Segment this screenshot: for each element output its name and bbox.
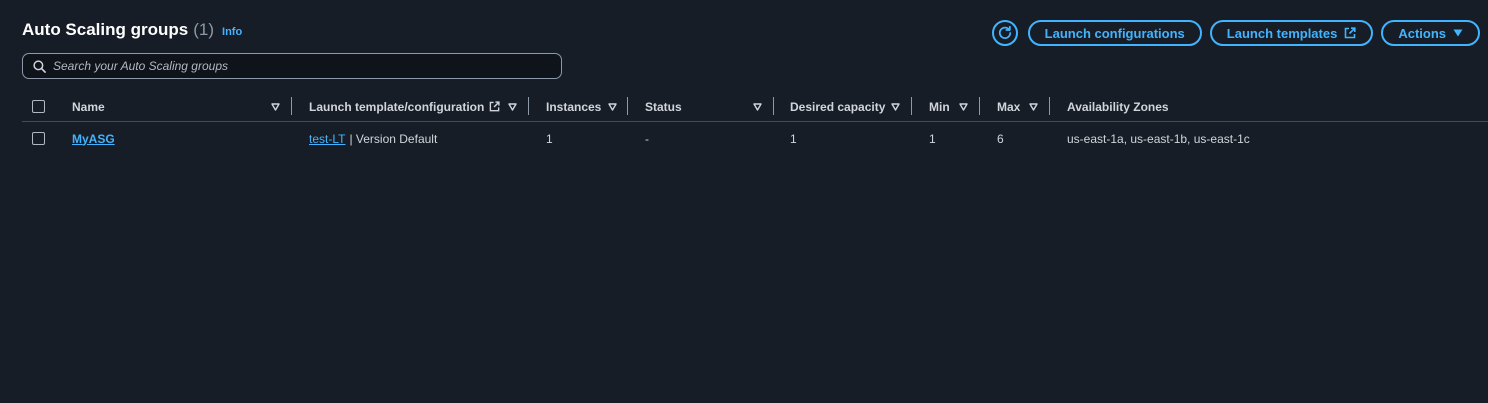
actions-button[interactable]: Actions xyxy=(1381,20,1480,46)
table-header: Name Launch template/configuration Insta… xyxy=(22,92,1488,122)
column-divider[interactable] xyxy=(1049,97,1050,115)
column-header-name[interactable]: Name xyxy=(72,92,105,121)
search-input[interactable] xyxy=(53,56,561,76)
column-divider[interactable] xyxy=(911,97,912,115)
column-header-max[interactable]: Max xyxy=(997,92,1020,121)
cell-desired: 1 xyxy=(790,131,797,146)
refresh-icon xyxy=(998,26,1011,39)
sort-launch-icon[interactable] xyxy=(508,92,517,121)
cell-zones: us-east-1a, us-east-1b, us-east-1c xyxy=(1067,131,1250,146)
select-all-checkbox[interactable] xyxy=(32,100,45,113)
select-all-cell xyxy=(32,92,45,121)
column-divider[interactable] xyxy=(528,97,529,115)
sort-max-icon[interactable] xyxy=(1029,92,1038,121)
cell-min: 1 xyxy=(929,131,936,146)
launch-version-text: | Version Default xyxy=(349,131,438,146)
cell-status: - xyxy=(645,131,649,146)
sort-status-icon[interactable] xyxy=(753,92,762,121)
column-divider[interactable] xyxy=(773,97,774,115)
column-divider[interactable] xyxy=(627,97,628,115)
asg-name-link[interactable]: MyASG xyxy=(72,132,115,146)
cell-name: MyASG xyxy=(72,122,115,155)
group-count: (1) xyxy=(193,20,215,39)
column-header-instances[interactable]: Instances xyxy=(546,92,601,121)
sort-name-icon[interactable] xyxy=(271,92,280,121)
cell-launch: test-LT | Version Default xyxy=(309,122,437,155)
launch-configurations-button[interactable]: Launch configurations xyxy=(1027,20,1202,46)
caret-down-icon xyxy=(1453,29,1463,37)
cell-max: 6 xyxy=(997,131,1004,146)
refresh-button[interactable] xyxy=(991,20,1018,46)
row-checkbox[interactable] xyxy=(32,132,45,145)
sort-desired-icon[interactable] xyxy=(891,92,900,121)
launch-configurations-label: Launch configurations xyxy=(1044,25,1185,41)
search-icon xyxy=(33,59,46,73)
actions-label: Actions xyxy=(1398,25,1446,41)
column-header-zones[interactable]: Availability Zones xyxy=(1067,92,1169,121)
cell-instances: 1 xyxy=(546,131,553,146)
search-field[interactable] xyxy=(22,53,562,79)
column-header-launch-label: Launch template/configuration xyxy=(309,99,485,114)
row-select-cell xyxy=(32,122,45,155)
external-link-icon xyxy=(1345,27,1356,39)
column-header-status[interactable]: Status xyxy=(645,92,682,121)
column-divider[interactable] xyxy=(291,97,292,115)
page-header: Auto Scaling groups (1) Info xyxy=(22,20,242,40)
launch-templates-button[interactable]: Launch templates xyxy=(1209,20,1374,46)
column-header-min[interactable]: Min xyxy=(929,92,950,121)
toolbar: Launch configurations Launch templates A… xyxy=(991,20,1480,46)
sort-instances-icon[interactable] xyxy=(608,92,617,121)
sort-min-icon[interactable] xyxy=(959,92,968,121)
table-row: MyASG test-LT | Version Default 1 - 1 1 … xyxy=(22,122,1488,155)
page-title: Auto Scaling groups xyxy=(22,20,189,39)
asg-table: Name Launch template/configuration Insta… xyxy=(22,92,1488,155)
column-header-launch[interactable]: Launch template/configuration xyxy=(309,92,500,121)
launch-template-link[interactable]: test-LT xyxy=(309,132,345,146)
column-header-desired[interactable]: Desired capacity xyxy=(790,92,885,121)
external-link-icon xyxy=(490,101,500,112)
column-divider[interactable] xyxy=(979,97,980,115)
info-link[interactable]: Info xyxy=(222,26,242,38)
launch-templates-label: Launch templates xyxy=(1226,25,1338,41)
